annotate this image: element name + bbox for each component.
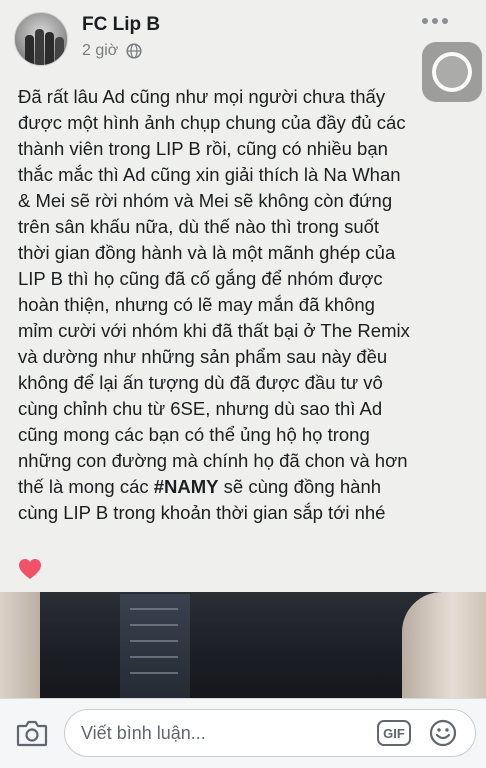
- more-options-icon[interactable]: [422, 16, 448, 26]
- post-text-line: và dường như những sản phẩm sau này đều: [18, 346, 388, 367]
- post-text-line: được một hình ảnh chụp chung của đầy đủ …: [18, 112, 406, 133]
- post-photo[interactable]: [0, 592, 486, 698]
- globe-icon: [126, 43, 142, 59]
- post-text-line: mỉm cười với nhóm khi đã thất bại ở The …: [18, 320, 410, 341]
- post-text: Đã rất lâu Ad cũng như mọi người chưa th…: [18, 84, 438, 526]
- smiley-sticker-icon[interactable]: [429, 719, 457, 747]
- post-timestamp[interactable]: 2 giờ: [82, 42, 118, 60]
- post-text-line: cùng chỉnh chu từ 6SE, nhưng dù sao thì …: [18, 398, 383, 419]
- post-text-line: thắc mắc thì Ad cũng xin giải thích là N…: [18, 164, 401, 185]
- photo-person-left: [0, 592, 40, 698]
- post-text-line: LIP B thì họ cũng đã cố gắng để nhóm đượ…: [18, 268, 383, 289]
- post-text-line: thành viên trong LIP B rồi, cũng có nhiề…: [18, 138, 388, 159]
- camera-icon[interactable]: [16, 719, 48, 747]
- post-text-line: cùng LIP B trong khoản thời gian sắp tới…: [18, 502, 386, 523]
- post-text-line: không để lại ấn tượng dù đã được đầu tư …: [18, 372, 383, 393]
- post-text-segment: sẽ cùng đồng hành: [218, 476, 382, 497]
- photo-person-right: [402, 592, 486, 698]
- comment-bar: Viết bình luận... GIF: [0, 698, 486, 768]
- post-text-line: trên sân khấu nữa, dù thế nào thì trong …: [18, 216, 380, 237]
- author-name[interactable]: FC Lip B: [82, 14, 160, 36]
- post-header: FC Lip B 2 giờ: [0, 0, 486, 78]
- assistive-touch-icon: [432, 52, 472, 92]
- comment-input[interactable]: Viết bình luận... GIF: [64, 709, 476, 757]
- photo-building: [120, 594, 190, 698]
- post-text-line: hoàn thiện, nhưng có lẽ may mắn đã không: [18, 294, 375, 315]
- gif-button[interactable]: GIF: [377, 720, 411, 746]
- post-text-line: thời gian đồng hành và là một mãnh ghép …: [18, 242, 396, 263]
- post-text-line: & Mei sẽ rời nhóm và Mei sẽ không còn đứ…: [18, 190, 393, 211]
- post-text-line: những con đường mà chính họ đã chon và h…: [18, 450, 408, 471]
- hashtag-link[interactable]: #NAMY: [154, 476, 219, 497]
- page-avatar[interactable]: [14, 12, 68, 66]
- post-text-line: Đã rất lâu Ad cũng như mọi người chưa th…: [18, 86, 386, 107]
- heart-icon: [19, 559, 41, 579]
- post-text-segment: thế là mong các: [18, 476, 154, 497]
- post-meta: 2 giờ: [82, 42, 142, 60]
- comment-placeholder: Viết bình luận...: [81, 723, 206, 743]
- post-text-line-hashtag: thế là mong các #NAMY sẽ cùng đồng hành: [18, 474, 438, 500]
- post-text-line: cũng mong các bạn có thể ủng hộ họ trong: [18, 424, 370, 445]
